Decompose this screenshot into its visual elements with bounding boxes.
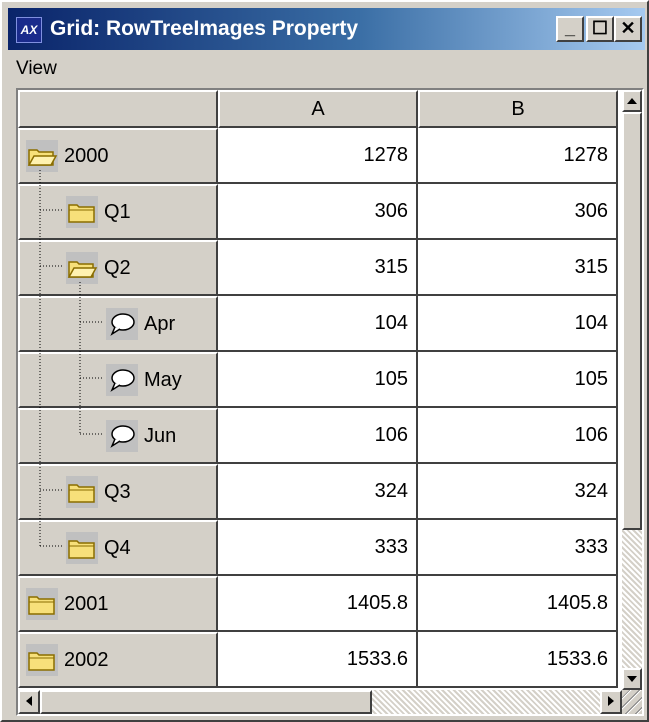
row-label: Q1 — [104, 201, 131, 223]
cell-a[interactable]: 306 — [218, 184, 418, 240]
cell-a[interactable]: 1405.8 — [218, 576, 418, 632]
scroll-right-button[interactable] — [600, 690, 622, 714]
closed-folder-icon — [66, 196, 98, 228]
vertical-scroll-thumb[interactable] — [622, 112, 642, 530]
grid-corner-header[interactable] — [18, 90, 218, 128]
right-arrow-icon — [608, 696, 614, 706]
horizontal-scrollbar[interactable] — [18, 690, 622, 714]
open-folder-icon — [26, 140, 58, 172]
scroll-down-button[interactable] — [622, 668, 642, 690]
cell-a[interactable]: 104 — [218, 296, 418, 352]
row-label: Q2 — [104, 257, 131, 279]
row-header[interactable]: May — [18, 352, 218, 408]
cell-b[interactable]: 306 — [418, 184, 618, 240]
cell-b[interactable]: 333 — [418, 520, 618, 576]
scroll-left-button[interactable] — [18, 690, 40, 714]
row-label: 2002 — [64, 649, 109, 671]
cell-a[interactable]: 106 — [218, 408, 418, 464]
row-label: May — [144, 369, 182, 391]
horizontal-scroll-thumb[interactable] — [40, 690, 372, 714]
cell-a[interactable]: 1533.6 — [218, 632, 418, 688]
menu-bar: View — [8, 54, 645, 84]
maximize-button[interactable]: ☐ — [586, 16, 614, 42]
row-label: Apr — [144, 313, 176, 335]
window-title: Grid: RowTreeImages Property — [50, 17, 359, 40]
cell-b[interactable]: 106 — [418, 408, 618, 464]
up-arrow-icon — [627, 98, 637, 104]
menu-item-view[interactable]: View — [16, 58, 57, 80]
row-header[interactable]: Q2 — [18, 240, 218, 296]
closed-folder-icon — [26, 588, 58, 620]
row-header[interactable]: Q1 — [18, 184, 218, 240]
closed-folder-icon — [26, 644, 58, 676]
down-arrow-icon — [627, 676, 637, 682]
left-arrow-icon — [26, 696, 32, 706]
closed-folder-icon — [66, 532, 98, 564]
cell-a[interactable]: 315 — [218, 240, 418, 296]
cell-b[interactable]: 104 — [418, 296, 618, 352]
minimize-button[interactable]: _ — [556, 16, 584, 42]
resize-grip[interactable] — [622, 690, 642, 714]
row-header[interactable]: Q3 — [18, 464, 218, 520]
column-header-a[interactable]: A — [218, 90, 418, 128]
row-header[interactable]: Q4 — [18, 520, 218, 576]
row-label: 2000 — [64, 145, 109, 167]
title-bar[interactable]: AX Grid: RowTreeImages Property _ ☐ ✕ — [8, 8, 645, 50]
cell-b[interactable]: 105 — [418, 352, 618, 408]
grid[interactable]: A B 2000 1278 1278 Q1 306 306 Q2 315 315 Apr 104 10… — [16, 88, 644, 716]
column-header-b[interactable]: B — [418, 90, 618, 128]
speech-bubble-icon — [106, 420, 138, 452]
row-header[interactable]: 2002 — [18, 632, 218, 688]
cell-a[interactable]: 333 — [218, 520, 418, 576]
closed-folder-icon — [66, 476, 98, 508]
cell-b[interactable]: 324 — [418, 464, 618, 520]
close-icon: ✕ — [620, 18, 636, 38]
cell-a[interactable]: 1278 — [218, 128, 418, 184]
cell-b[interactable]: 1405.8 — [418, 576, 618, 632]
close-button[interactable]: ✕ — [614, 16, 642, 42]
scroll-up-button[interactable] — [622, 90, 642, 112]
cell-a[interactable]: 324 — [218, 464, 418, 520]
row-label: Jun — [144, 425, 177, 447]
row-header[interactable]: Apr — [18, 296, 218, 352]
maximize-icon: ☐ — [591, 18, 609, 38]
row-header[interactable]: Jun — [18, 408, 218, 464]
cell-b[interactable]: 1278 — [418, 128, 618, 184]
row-label: 2001 — [64, 593, 109, 615]
row-label: Q4 — [104, 537, 131, 559]
row-label: Q3 — [104, 481, 131, 503]
app-window: AX Grid: RowTreeImages Property _ ☐ ✕ Vi… — [0, 0, 649, 722]
cell-a[interactable]: 105 — [218, 352, 418, 408]
speech-bubble-icon — [106, 364, 138, 396]
app-grid-icon[interactable]: AX — [16, 17, 42, 43]
cell-b[interactable]: 1533.6 — [418, 632, 618, 688]
row-header[interactable]: 2001 — [18, 576, 218, 632]
cell-b[interactable]: 315 — [418, 240, 618, 296]
open-folder-icon — [66, 252, 98, 284]
minimize-icon: _ — [564, 18, 575, 38]
vertical-scrollbar[interactable] — [622, 90, 642, 690]
speech-bubble-icon — [106, 308, 138, 340]
row-header[interactable]: 2000 — [18, 128, 218, 184]
